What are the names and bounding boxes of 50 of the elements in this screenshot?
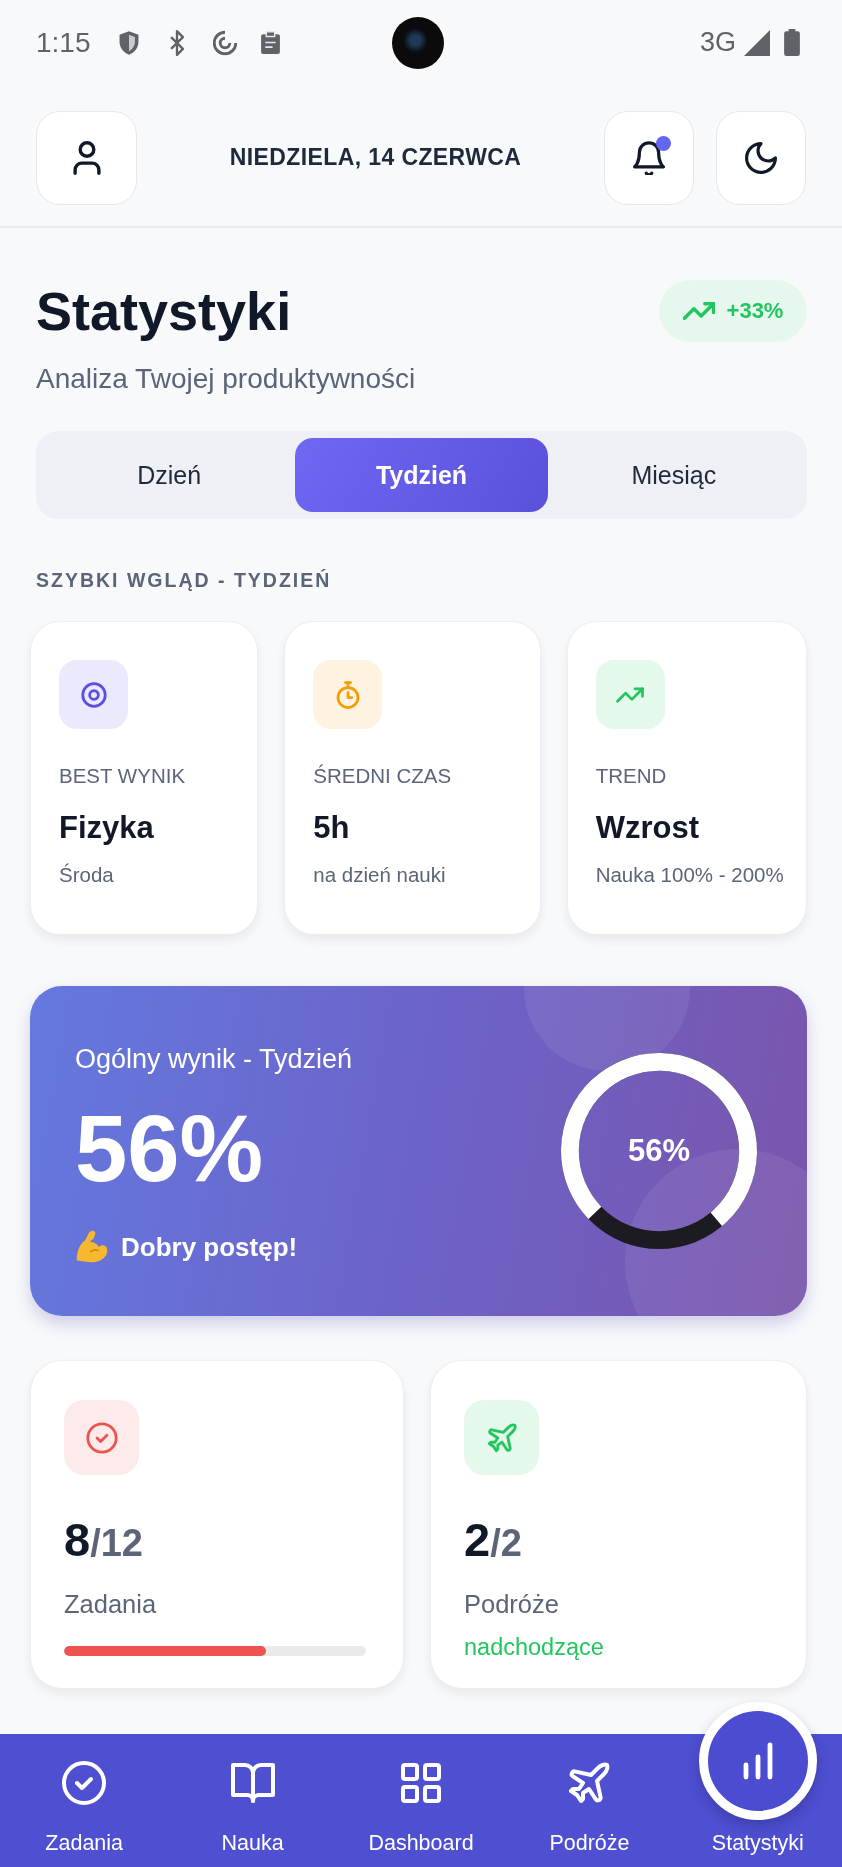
trend-percentage: +33% — [726, 298, 784, 324]
period-tab[interactable]: Dzień — [43, 438, 296, 512]
ring-percentage: 56% — [627, 1133, 690, 1169]
airplane-icon — [567, 1761, 612, 1805]
network-type: 3G — [699, 27, 736, 58]
score-value: 56% — [75, 1097, 265, 1201]
nav-item[interactable]: Nauka — [168, 1761, 337, 1855]
nav-item[interactable]: Dashboard — [336, 1761, 506, 1855]
page-title: Statystyki — [36, 280, 292, 342]
stat-detail: na dzień nauki — [313, 863, 447, 887]
stat-label: BEST WYNIK — [59, 764, 187, 788]
nav-item[interactable]: Statystyki — [673, 1702, 842, 1855]
stat-value: Wzrost — [595, 810, 700, 846]
section-heading: SZYBKI WGLĄD - TYDZIEŃ — [35, 568, 333, 592]
status-time: 1:15 — [36, 26, 91, 59]
clipboard-icon — [260, 31, 280, 54]
moon-icon — [745, 140, 777, 175]
summary-note: nadchodzące — [464, 1633, 605, 1661]
period-tab[interactable]: Miesiąc — [547, 438, 800, 512]
page-subtitle: Analiza Twojej produktywności — [35, 362, 417, 396]
stat-label: ŚREDNI CZAS — [313, 764, 453, 788]
stat-value: 5h — [313, 810, 351, 846]
notifications-button[interactable] — [604, 110, 694, 205]
signal-icon — [744, 29, 770, 56]
profile-button[interactable] — [36, 110, 137, 205]
nav-item[interactable]: Podróże — [505, 1761, 674, 1855]
user-icon — [70, 140, 103, 175]
progress-message: Dobry postęp! — [121, 1231, 298, 1263]
grid-icon — [399, 1761, 443, 1805]
bell-icon — [633, 140, 665, 175]
date-label: NIEDZIELA, 14 CZERWCA — [228, 144, 523, 171]
stat-detail: Nauka 100% - 200% — [595, 863, 785, 887]
summary-label: Zadania — [64, 1589, 158, 1619]
spiral-icon — [212, 29, 237, 56]
book-icon — [230, 1761, 275, 1805]
theme-toggle-button[interactable] — [716, 110, 806, 205]
summary-label: Podróże — [464, 1589, 560, 1619]
summary-count: 2/2 — [464, 1514, 523, 1568]
stat-value: Fizyka — [59, 810, 155, 846]
stat-detail: Środa — [59, 863, 115, 887]
stat-label: TREND — [595, 764, 668, 788]
nav-item[interactable]: Zadania — [0, 1761, 169, 1855]
check-circle-icon — [62, 1761, 107, 1805]
battery-icon — [784, 29, 800, 56]
camera-cutout — [392, 16, 444, 69]
trend-up-icon — [682, 302, 715, 320]
period-tab[interactable]: Tydzień — [295, 438, 548, 512]
score-title: Ogólny wynik - Tydzień — [75, 1043, 353, 1075]
flexed-arm-icon — [75, 1230, 109, 1264]
summary-count: 8/12 — [64, 1514, 144, 1568]
